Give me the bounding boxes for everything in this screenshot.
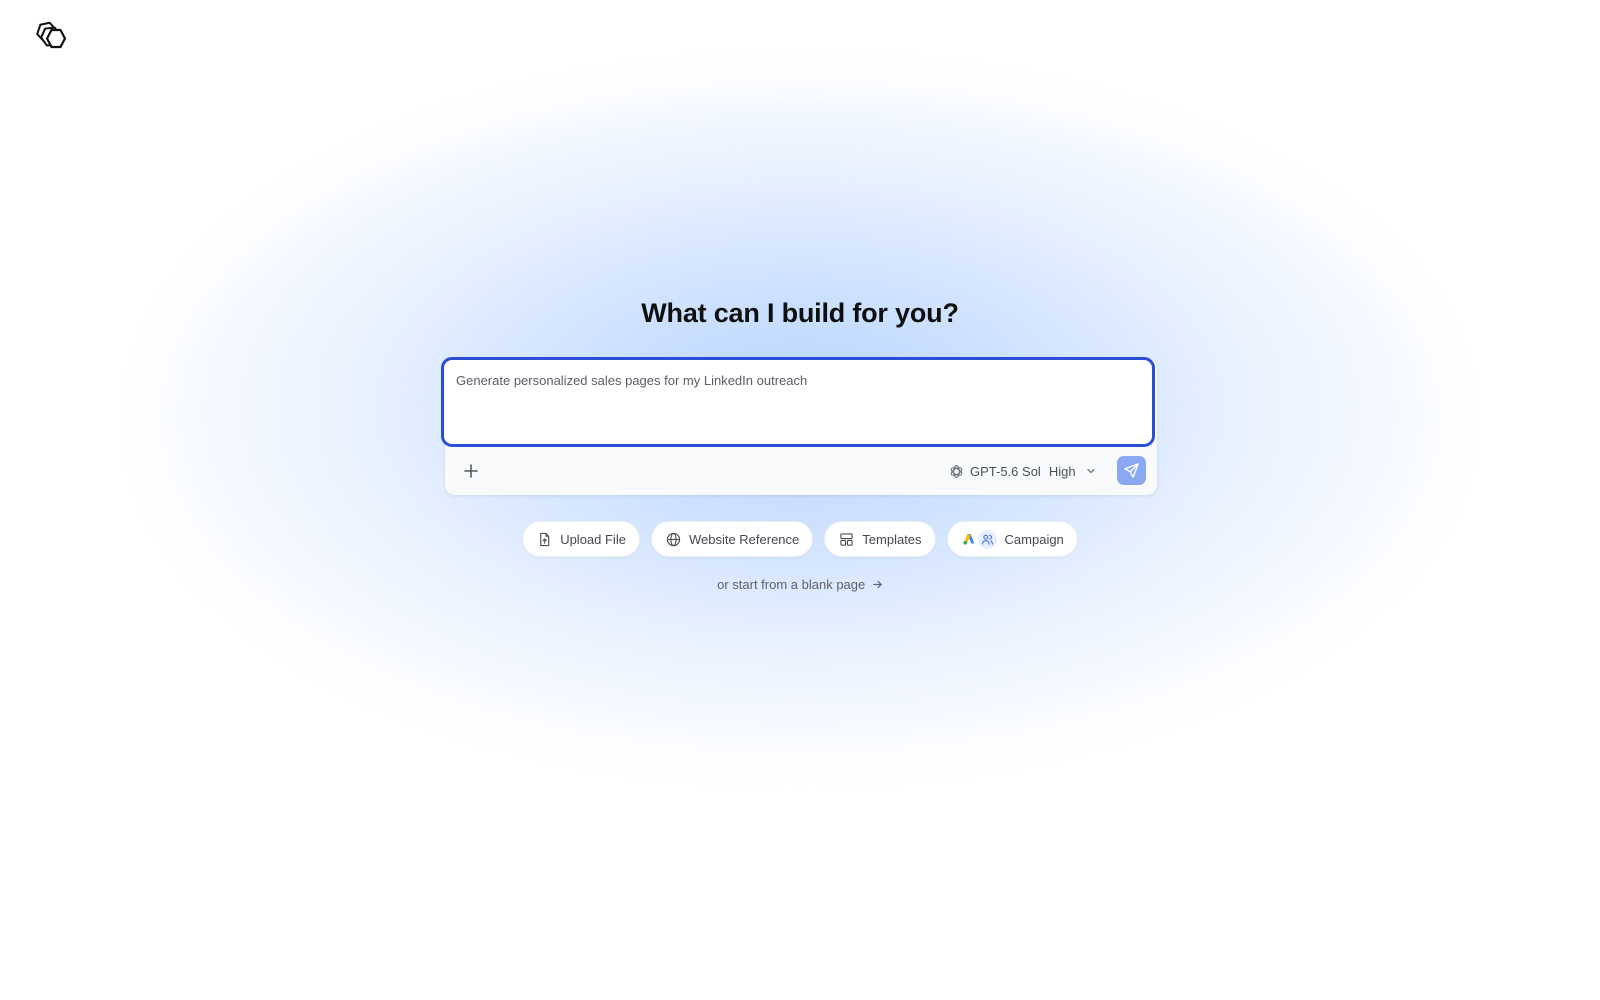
website-reference-label: Website Reference bbox=[688, 531, 800, 547]
chevron-down-icon bbox=[1086, 466, 1096, 476]
send-icon bbox=[1124, 463, 1139, 478]
campaign-label: Campaign bbox=[1004, 531, 1064, 547]
composer-toolbar: GPT-5.6 Sol High bbox=[445, 455, 1157, 487]
templates-label: Templates bbox=[862, 531, 922, 547]
plus-icon[interactable] bbox=[459, 459, 483, 483]
people-icon bbox=[977, 529, 997, 549]
quick-actions: Upload File Website Reference Templates … bbox=[0, 521, 1600, 557]
model-selector[interactable]: GPT-5.6 Sol High bbox=[949, 460, 1096, 482]
main-content: What can I build for you? Generate perso… bbox=[0, 0, 1600, 1000]
blank-page-link[interactable]: or start from a blank page bbox=[0, 577, 1600, 593]
globe-icon bbox=[666, 532, 681, 547]
model-name: GPT-5.6 Sol bbox=[970, 463, 1041, 479]
arrow-right-icon bbox=[872, 578, 883, 593]
campaign-button[interactable]: Campaign bbox=[946, 521, 1078, 557]
google-ads-people-icon bbox=[962, 529, 997, 549]
blank-page-label[interactable]: or start from a blank page bbox=[717, 577, 865, 592]
upload-file-button[interactable]: Upload File bbox=[522, 521, 640, 557]
file-upload-icon bbox=[537, 532, 552, 547]
layout-template-icon bbox=[839, 532, 854, 547]
prompt-input[interactable] bbox=[441, 357, 1155, 447]
page-title: What can I build for you? bbox=[641, 298, 959, 328]
upload-file-label: Upload File bbox=[560, 531, 626, 547]
openai-icon bbox=[949, 464, 964, 479]
reasoning-effort: High bbox=[1048, 463, 1076, 479]
google-ads-icon bbox=[962, 534, 974, 545]
landing-page: What can I build for you? Generate perso… bbox=[0, 0, 1600, 1000]
website-reference-button[interactable]: Website Reference bbox=[650, 521, 814, 557]
templates-button[interactable]: Templates bbox=[824, 521, 936, 557]
send-button[interactable] bbox=[1117, 456, 1146, 485]
